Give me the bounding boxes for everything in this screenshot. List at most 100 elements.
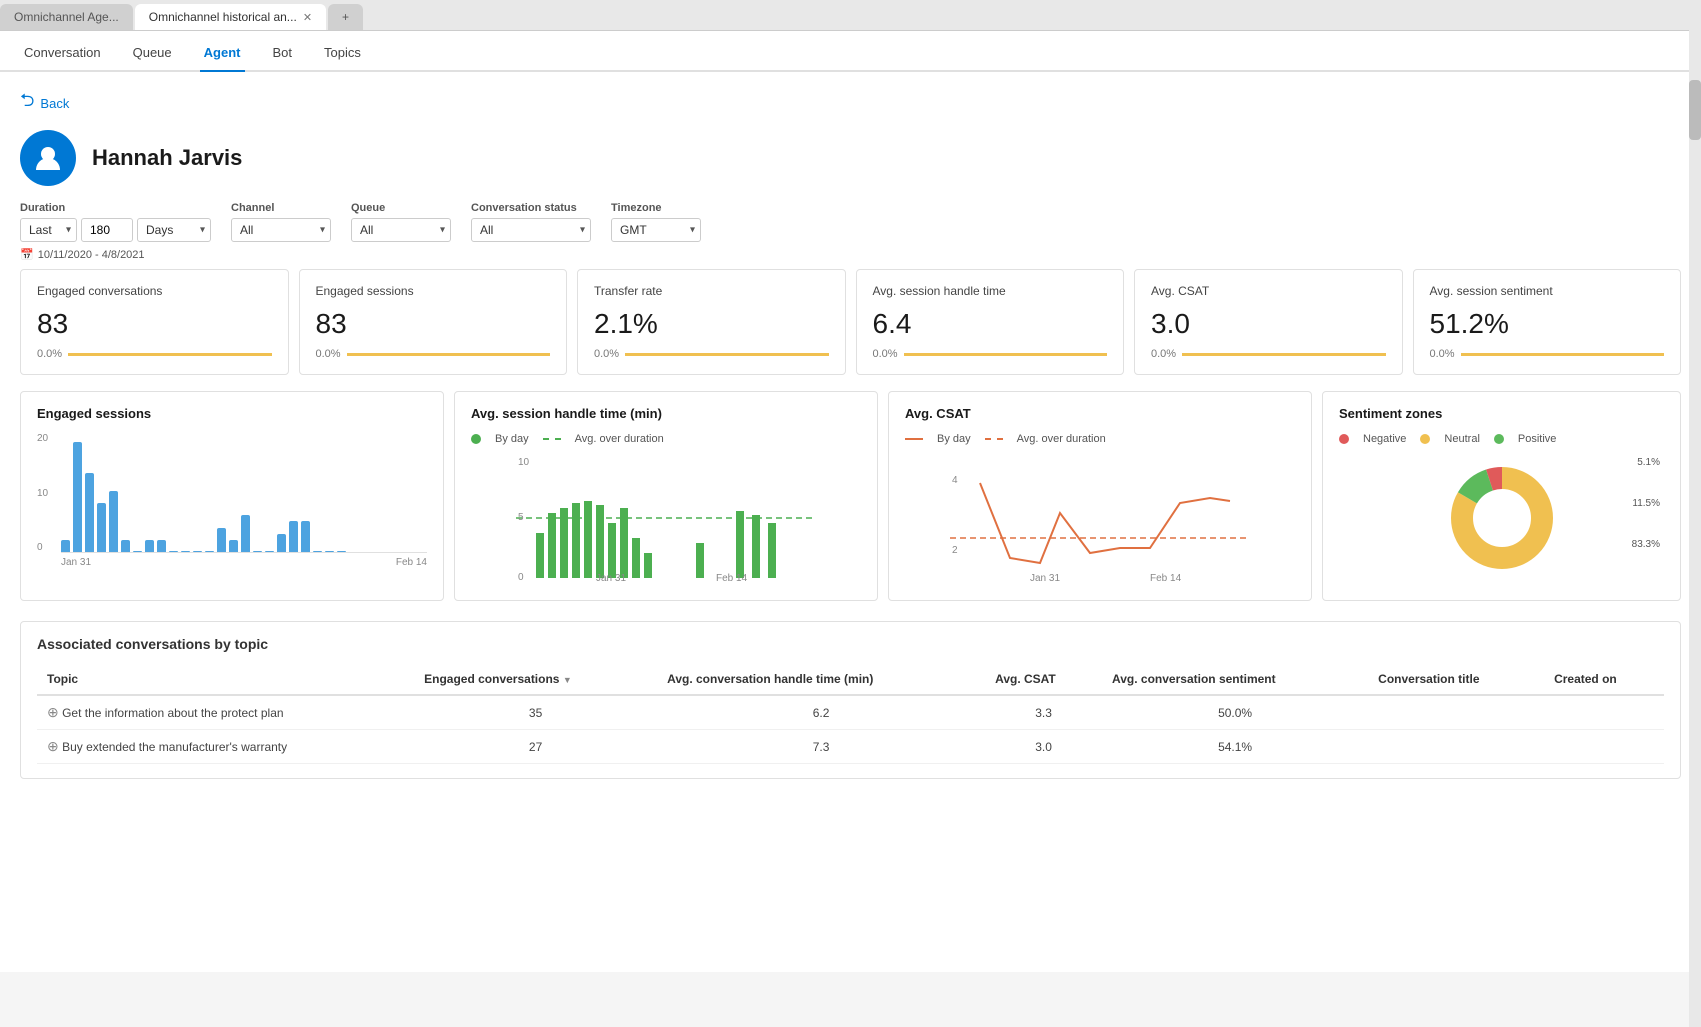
cell-avg-csat: 3.3 — [985, 695, 1102, 730]
chart-bar — [277, 534, 286, 552]
chart-bar — [325, 551, 334, 552]
timezone-select[interactable]: GMT — [611, 218, 701, 242]
kpi-card: Avg. session handle time 6.4 0.0% — [856, 269, 1125, 375]
timezone-filter: Timezone GMT — [611, 202, 701, 242]
negative-dot — [1339, 434, 1349, 444]
avg-csat-chart: Avg. CSAT By day Avg. over duration 4 2 … — [888, 391, 1312, 601]
kpi-card: Avg. CSAT 3.0 0.0% — [1134, 269, 1403, 375]
table-row: ⊕ Buy extended the manufacturer's warran… — [37, 730, 1664, 764]
kpi-footer: 0.0% — [316, 348, 551, 360]
duration-filter: Duration Last Days Weeks Months — [20, 202, 211, 242]
topics-table: Topic Engaged conversations ▼ Avg. conve… — [37, 664, 1664, 764]
chart-bar — [205, 551, 214, 552]
duration-unit-select[interactable]: Days Weeks Months — [137, 218, 211, 242]
cell-engaged: 27 — [414, 730, 657, 764]
chart-bar — [85, 473, 94, 552]
back-icon: ⮌ — [20, 88, 34, 118]
chart-bar — [181, 551, 190, 552]
sentiment-pct-labels: 5.1% 11.5% 83.3% — [1632, 457, 1660, 550]
chart-bar — [301, 521, 310, 552]
scrollbar[interactable] — [1689, 0, 1701, 1027]
timezone-label: Timezone — [611, 202, 701, 214]
duration-value-input[interactable] — [81, 218, 133, 242]
chart-bar — [97, 503, 106, 552]
svg-text:2: 2 — [952, 545, 958, 556]
queue-filter: Queue All — [351, 202, 451, 242]
chart-bar — [145, 540, 154, 552]
positive-dot — [1494, 434, 1504, 444]
table-row: ⊕ Get the information about the protect … — [37, 695, 1664, 730]
col-avg-csat: Avg. CSAT — [985, 664, 1102, 695]
cell-avg-csat: 3.0 — [985, 730, 1102, 764]
date-range: 📅 10/11/2020 - 4/8/2021 — [20, 248, 1681, 261]
kpi-trend-bar — [904, 353, 1107, 356]
kpi-value: 3.0 — [1151, 308, 1386, 340]
duration-controls: Last Days Weeks Months — [20, 218, 211, 242]
kpi-title: Engaged conversations — [37, 284, 272, 298]
col-topic: Topic — [37, 664, 414, 695]
kpi-change: 0.0% — [1151, 348, 1176, 360]
chart-bar — [229, 540, 238, 552]
back-button[interactable]: ⮌ Back — [20, 88, 1681, 118]
chart-bar — [61, 540, 70, 552]
duration-preset-select[interactable]: Last — [20, 218, 77, 242]
conv-status-filter: Conversation status All — [471, 202, 591, 242]
kpi-title: Transfer rate — [594, 284, 829, 298]
queue-label: Queue — [351, 202, 451, 214]
positive-pct: 11.5% — [1632, 498, 1660, 509]
channel-select[interactable]: All — [231, 218, 331, 242]
svg-text:10: 10 — [518, 457, 530, 468]
chart-bar — [289, 521, 298, 552]
main-content: ⮌ Back Hannah Jarvis Duration Last — [0, 72, 1701, 972]
queue-select[interactable]: All — [351, 218, 451, 242]
agent-name: Hannah Jarvis — [92, 145, 242, 171]
svg-text:Feb 14: Feb 14 — [1150, 573, 1182, 583]
conv-status-label: Conversation status — [471, 202, 591, 214]
cell-created-on — [1544, 730, 1664, 764]
kpi-card: Engaged sessions 83 0.0% — [299, 269, 568, 375]
table-section: Associated conversations by topic Topic … — [20, 621, 1681, 779]
chart-bar — [217, 528, 226, 552]
kpi-footer: 0.0% — [37, 348, 272, 360]
nav-conversation[interactable]: Conversation — [20, 31, 105, 72]
nav-topics[interactable]: Topics — [320, 31, 365, 72]
chart-bar — [265, 551, 274, 552]
col-conv-title: Conversation title — [1368, 664, 1544, 695]
agent-avatar — [20, 130, 76, 186]
browser-tab-2[interactable]: Omnichannel historical an... ✕ — [135, 4, 326, 30]
avg-session-legend: By day Avg. over duration — [471, 433, 861, 445]
table-header-row: Topic Engaged conversations ▼ Avg. conve… — [37, 664, 1664, 695]
nav-bot[interactable]: Bot — [269, 31, 297, 72]
col-engaged[interactable]: Engaged conversations ▼ — [414, 664, 657, 695]
scrollbar-thumb[interactable] — [1689, 80, 1701, 140]
conv-status-select-wrapper: All — [471, 218, 591, 242]
nav-agent[interactable]: Agent — [200, 31, 245, 72]
close-tab-icon[interactable]: ✕ — [303, 11, 312, 24]
chart-bar — [169, 551, 178, 552]
kpi-title: Avg. CSAT — [1151, 284, 1386, 298]
expand-icon[interactable]: ⊕ — [47, 704, 59, 720]
cell-conv-title — [1368, 730, 1544, 764]
col-handle-time: Avg. conversation handle time (min) — [657, 664, 985, 695]
expand-icon[interactable]: ⊕ — [47, 738, 59, 754]
chart-bar — [133, 551, 142, 552]
kpi-title: Engaged sessions — [316, 284, 551, 298]
nav-queue[interactable]: Queue — [129, 31, 176, 72]
avg-csat-legend: By day Avg. over duration — [905, 433, 1295, 445]
kpi-value: 83 — [37, 308, 272, 340]
svg-text:0: 0 — [518, 572, 524, 583]
sentiment-zones-title: Sentiment zones — [1339, 406, 1664, 421]
new-tab-button[interactable]: + — [328, 4, 363, 30]
bar-y-labels: 20100 — [37, 433, 48, 553]
browser-tabs: Omnichannel Age... Omnichannel historica… — [0, 0, 1701, 31]
cell-avg-sentiment: 54.1% — [1102, 730, 1368, 764]
kpi-change: 0.0% — [316, 348, 341, 360]
col-avg-sentiment: Avg. conversation sentiment — [1102, 664, 1368, 695]
back-label: Back — [40, 96, 69, 111]
conv-status-select[interactable]: All — [471, 218, 591, 242]
bar-chart-bars — [61, 433, 427, 553]
svg-text:4: 4 — [952, 475, 958, 486]
neutral-pct: 83.3% — [1632, 539, 1660, 550]
engaged-sessions-title: Engaged sessions — [37, 406, 427, 421]
browser-tab-1[interactable]: Omnichannel Age... — [0, 4, 133, 30]
